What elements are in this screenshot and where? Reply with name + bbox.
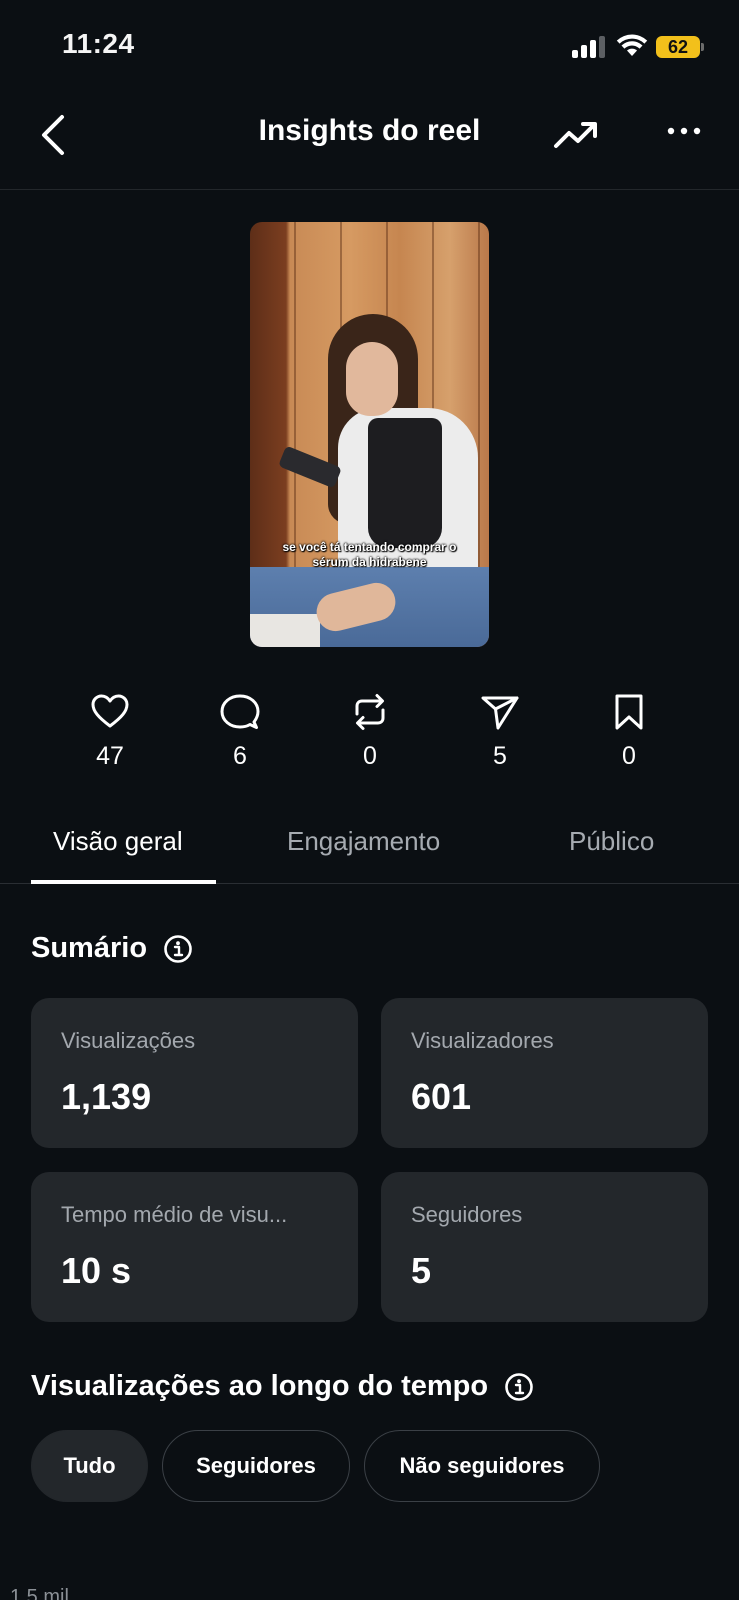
info-icon[interactable] — [163, 934, 193, 964]
insights-tabs: Visão geral Engajamento Público — [0, 812, 739, 884]
repost-icon — [355, 694, 385, 730]
trending-up-icon — [554, 122, 597, 148]
app-header: Insights do reel — [0, 90, 739, 190]
wifi-icon — [616, 34, 648, 56]
heart-icon — [91, 694, 129, 728]
filter-chip-all[interactable]: Tudo — [31, 1430, 148, 1502]
status-bar: 11:24 62 — [0, 0, 739, 90]
avg-watch-time-card[interactable]: Tempo médio de visu... 10 s — [31, 1172, 358, 1322]
bookmark-icon — [615, 694, 643, 730]
reposts-count: 0 — [363, 742, 377, 770]
reel-thumbnail[interactable]: se você tá tentando comprar o sérum da h… — [250, 222, 489, 647]
page-title: Insights do reel — [258, 114, 481, 147]
status-time: 11:24 — [62, 28, 135, 59]
filter-chip-non-followers[interactable]: Não seguidores — [364, 1430, 600, 1502]
chart-axis-label: 1,5 mil — [10, 1586, 69, 1600]
tab-overview[interactable]: Visão geral — [53, 826, 183, 857]
battery-icon: 62 — [656, 36, 704, 58]
shares-count: 5 — [493, 742, 507, 770]
trends-button[interactable] — [552, 112, 600, 156]
summary-title: Sumário — [31, 932, 148, 964]
filter-chip-followers[interactable]: Seguidores — [162, 1430, 350, 1502]
views-card[interactable]: Visualizações 1,139 — [31, 998, 358, 1148]
card-value: 10 s — [61, 1250, 132, 1291]
shares-metric[interactable]: 5 — [460, 692, 540, 771]
engagement-metrics: 47 6 0 5 0 — [0, 692, 739, 784]
card-label: Visualizadores — [411, 1028, 554, 1053]
saves-count: 0 — [622, 742, 636, 770]
info-icon[interactable] — [504, 1372, 534, 1402]
card-value: 1,139 — [61, 1076, 152, 1117]
cellular-signal-icon — [572, 36, 606, 58]
reel-caption-line: sérum da hidrabene — [312, 555, 427, 569]
views-over-time-title: Visualizações ao longo do tempo — [31, 1370, 489, 1402]
views-over-time-heading: Visualizações ao longo do tempo — [31, 1370, 534, 1403]
card-label: Visualizações — [61, 1028, 196, 1053]
likes-metric[interactable]: 47 — [70, 692, 150, 771]
comments-count: 6 — [233, 742, 247, 770]
card-value: 601 — [411, 1076, 472, 1117]
reel-caption: se você tá tentando comprar o sérum da h… — [250, 540, 489, 570]
more-horizontal-icon — [667, 127, 701, 135]
viewers-card[interactable]: Visualizadores 601 — [381, 998, 708, 1148]
saves-metric[interactable]: 0 — [589, 692, 669, 771]
battery-level: 62 — [656, 36, 700, 58]
card-label: Seguidores — [411, 1202, 523, 1227]
followers-card[interactable]: Seguidores 5 — [381, 1172, 708, 1322]
active-tab-indicator — [31, 880, 216, 884]
reposts-metric[interactable]: 0 — [330, 692, 410, 771]
reel-caption-line: se você tá tentando comprar o — [282, 540, 457, 554]
tab-audience[interactable]: Público — [569, 826, 654, 857]
card-value: 5 — [411, 1250, 432, 1291]
likes-count: 47 — [96, 742, 124, 770]
card-label: Tempo médio de visu... — [61, 1202, 288, 1227]
tab-engagement[interactable]: Engajamento — [287, 826, 440, 857]
summary-heading: Sumário — [31, 932, 193, 965]
share-icon — [481, 696, 519, 730]
comments-metric[interactable]: 6 — [200, 692, 280, 771]
more-options-button[interactable] — [664, 116, 704, 146]
comment-icon — [220, 694, 260, 729]
